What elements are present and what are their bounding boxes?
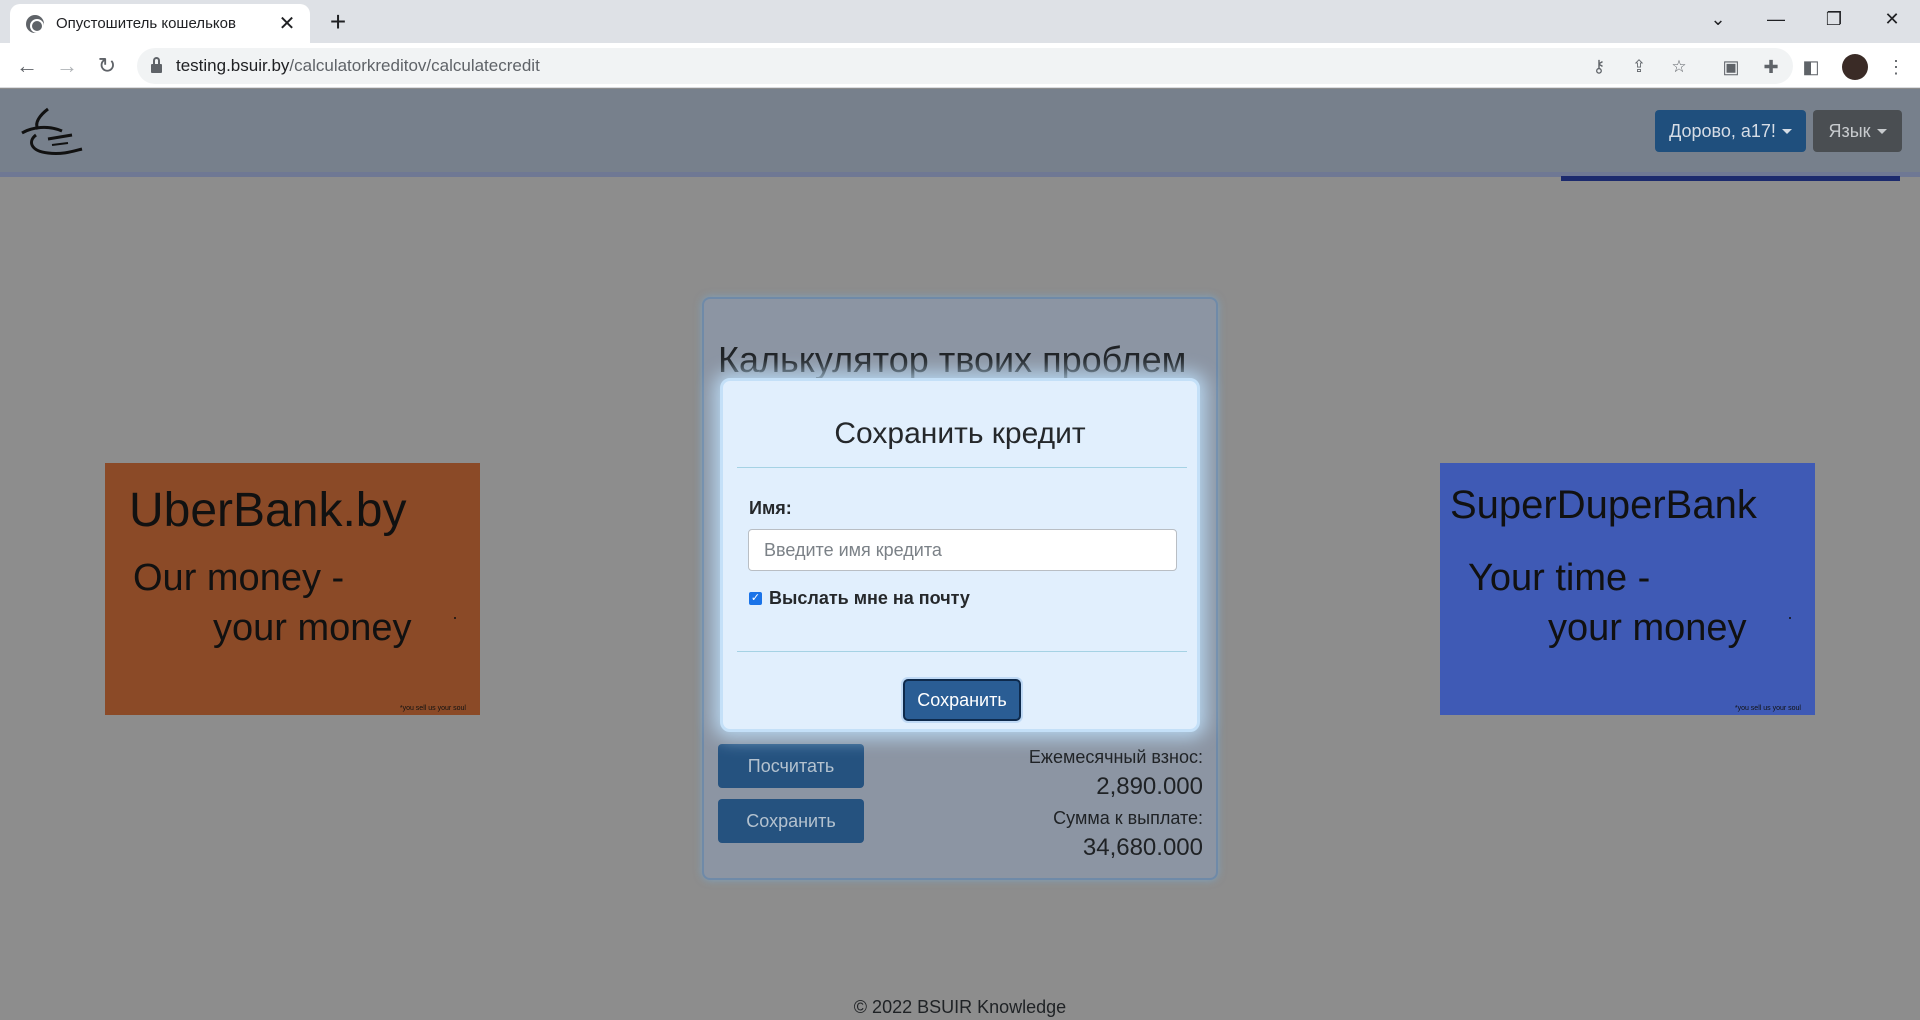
monthly-payment-value: 2,890.000 xyxy=(1096,773,1203,800)
restore-icon[interactable]: ❐ xyxy=(1814,4,1854,34)
calculate-button[interactable]: Посчитать xyxy=(718,744,864,788)
key-icon[interactable]: ⚷ xyxy=(1588,56,1610,78)
lock-icon xyxy=(151,57,162,73)
credit-name-input[interactable] xyxy=(748,529,1177,571)
share-icon[interactable]: ⇪ xyxy=(1628,56,1650,78)
site-navbar: Дорово, a17! Язык xyxy=(0,89,1920,177)
language-button[interactable]: Язык xyxy=(1813,110,1902,152)
sidebar-icon[interactable]: ◧ xyxy=(1800,56,1822,78)
ad-uberbank[interactable]: UberBank.by Our money - your money *you … xyxy=(105,463,480,715)
url-path: /calculatorkreditov/calculatecredit xyxy=(289,56,540,75)
extension-icon[interactable]: ▣ xyxy=(1720,56,1742,78)
menu-icon[interactable]: ⋮ xyxy=(1885,56,1907,78)
language-label: Язык xyxy=(1828,120,1871,141)
modal-divider xyxy=(737,651,1187,652)
profile-avatar[interactable] xyxy=(1842,54,1868,80)
total-payment-label: Сумма к выплате: xyxy=(1053,808,1203,828)
modal-save-button[interactable]: Сохранить xyxy=(903,679,1021,721)
caret-down-icon xyxy=(1876,128,1887,134)
credit-name-label: Имя: xyxy=(749,498,792,518)
ad-fine-print: *you sell us your soul xyxy=(1734,705,1801,712)
footer-copyright: © 2022 BSUIR Knowledge xyxy=(853,997,1067,1017)
back-icon[interactable]: ← xyxy=(12,51,42,81)
ad-dot xyxy=(454,617,456,619)
url-host: testing.bsuir.by xyxy=(176,56,290,75)
minimize-icon[interactable]: — xyxy=(1756,4,1796,34)
ad-fine-print: *you sell us your soul xyxy=(399,705,466,712)
monthly-payment-label: Ежемесячный взнос: xyxy=(1028,747,1203,767)
calculator-title: Калькулятор твоих проблем xyxy=(718,339,1187,380)
ad-superduperbank[interactable]: SuperDuperBank Your time - your money *y… xyxy=(1440,463,1815,715)
save-credit-modal: Сохранить кредит Имя: ✓ Выслать мне на п… xyxy=(720,378,1200,732)
browser-address-bar: ← → ↻ testing.bsuir.by/calculatorkredito… xyxy=(0,43,1920,88)
calculator-save-button[interactable]: Сохранить xyxy=(718,799,864,843)
browser-tab[interactable]: Опустошитель кошельков ✕ xyxy=(10,4,310,43)
ad-slogan-line2: your money xyxy=(213,607,412,649)
url-field[interactable]: testing.bsuir.by/calculatorkreditov/calc… xyxy=(137,48,1793,84)
user-greeting: Дорово, a17! xyxy=(1669,120,1776,141)
puzzle-icon[interactable]: ✚ xyxy=(1760,56,1782,78)
total-payment-value: 34,680.000 xyxy=(1082,834,1203,861)
tab-close-icon[interactable]: ✕ xyxy=(276,11,298,36)
page: Дорово, a17! Язык UberBank.by Our money … xyxy=(0,89,1920,1020)
email-checkbox-row[interactable]: ✓ Выслать мне на почту xyxy=(749,588,970,609)
forward-icon[interactable]: → xyxy=(52,51,82,81)
ad-dot xyxy=(1789,617,1791,619)
globe-icon xyxy=(26,14,44,33)
ad-slogan-line1: Your time - xyxy=(1468,557,1651,599)
ad-bank-name: SuperDuperBank xyxy=(1450,483,1757,527)
url-text: testing.bsuir.by/calculatorkreditov/calc… xyxy=(176,56,540,76)
browser-tab-bar: Опустошитель кошельков ✕ + ⌄ — ❐ ✕ xyxy=(0,0,1920,43)
ad-slogan-line1: Our money - xyxy=(133,557,345,599)
star-icon[interactable]: ☆ xyxy=(1668,56,1690,78)
ad-slogan-line2: your money xyxy=(1548,607,1747,649)
chevron-down-icon[interactable]: ⌄ xyxy=(1698,4,1738,34)
new-tab-button[interactable]: + xyxy=(322,6,354,38)
email-checkbox[interactable]: ✓ xyxy=(749,592,762,605)
navbar-accent-bar xyxy=(1561,176,1900,181)
close-icon[interactable]: ✕ xyxy=(1872,4,1912,34)
logo-icon[interactable] xyxy=(18,105,84,161)
reload-icon[interactable]: ↻ xyxy=(92,51,122,81)
caret-down-icon xyxy=(1781,128,1792,134)
user-menu-button[interactable]: Дорово, a17! xyxy=(1655,110,1806,152)
modal-divider xyxy=(737,467,1187,468)
tab-title: Опустошитель кошельков xyxy=(56,15,236,32)
email-checkbox-label[interactable]: Выслать мне на почту xyxy=(769,588,970,609)
ad-bank-name: UberBank.by xyxy=(129,484,407,537)
modal-title: Сохранить кредит xyxy=(834,417,1086,450)
